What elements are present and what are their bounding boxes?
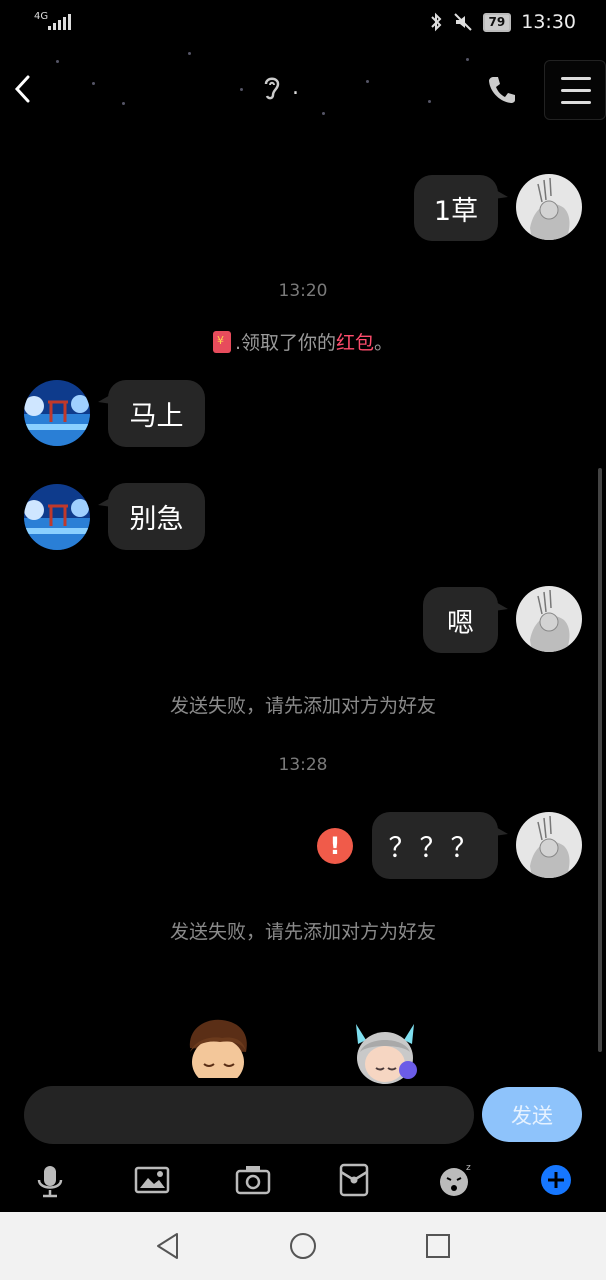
boy-character-sticker [184, 1019, 252, 1084]
battery-indicator: 79 [482, 12, 512, 32]
send-button[interactable]: 发送 [482, 1087, 582, 1142]
message-text: 马上 [129, 401, 184, 432]
home-circle-icon[interactable] [287, 1230, 319, 1262]
message-input[interactable] [24, 1086, 474, 1144]
microphone-icon[interactable] [30, 1160, 70, 1200]
clock: 13:30 [521, 11, 576, 33]
my-avatar[interactable] [516, 812, 582, 878]
send-failed-notice: 发送失败，请先添加对方为好友 [169, 695, 436, 717]
message-bubble[interactable]: 马上 [98, 380, 205, 447]
signal-icon [48, 14, 71, 30]
chat-title: . [260, 72, 299, 102]
red-packet-icon[interactable] [334, 1160, 374, 1200]
timestamp: 13:28 [278, 755, 328, 775]
status-bar: 4G 79 13:30 [0, 0, 606, 48]
message-bubble[interactable]: 嗯 [423, 587, 508, 653]
emoji-icon[interactable]: z [436, 1160, 476, 1200]
notice-text: .领取了你的 [234, 332, 336, 354]
mute-icon [453, 13, 472, 31]
back-button[interactable] [10, 72, 34, 106]
my-avatar[interactable] [516, 174, 582, 240]
send-failed-notice: 发送失败，请先添加对方为好友 [169, 921, 436, 943]
system-nav-bar [0, 1212, 606, 1280]
girl-character-sticker [356, 1024, 417, 1084]
chat-header: . [0, 52, 606, 128]
message-text: 别急 [129, 504, 184, 535]
red-packet-icon [212, 330, 231, 353]
my-avatar[interactable] [516, 586, 582, 652]
input-toolbar: z [0, 1152, 606, 1210]
message-bubble[interactable]: 1草 [414, 175, 508, 241]
red-packet-notice: .领取了你的 红包 。 [0, 328, 606, 355]
message-text: 嗯 [447, 607, 474, 639]
svg-text:z: z [466, 1163, 471, 1173]
notice-suffix: 。 [374, 332, 394, 354]
message-bubble[interactable]: 别急 [98, 483, 205, 550]
camera-icon[interactable] [233, 1160, 273, 1200]
network-type: 4G [34, 11, 49, 22]
plus-icon[interactable] [536, 1160, 576, 1200]
message-bubble[interactable]: ？？？ [372, 812, 508, 879]
message-text: 1草 [433, 195, 479, 227]
send-failed-icon[interactable]: ! [317, 828, 353, 864]
ear-icon [264, 77, 280, 100]
back-triangle-icon[interactable] [152, 1230, 184, 1262]
image-icon[interactable] [132, 1160, 172, 1200]
timestamp: 13:20 [278, 281, 328, 301]
bluetooth-icon [430, 12, 441, 32]
contact-avatar[interactable] [24, 380, 90, 446]
contact-name: . [292, 74, 299, 100]
phone-call-icon[interactable] [486, 74, 518, 106]
red-packet-link[interactable]: 红包 [336, 328, 374, 355]
message-text: ？？？ [388, 833, 482, 864]
recents-square-icon[interactable] [422, 1230, 454, 1262]
contact-avatar[interactable] [24, 484, 90, 550]
menu-button[interactable] [544, 60, 606, 120]
